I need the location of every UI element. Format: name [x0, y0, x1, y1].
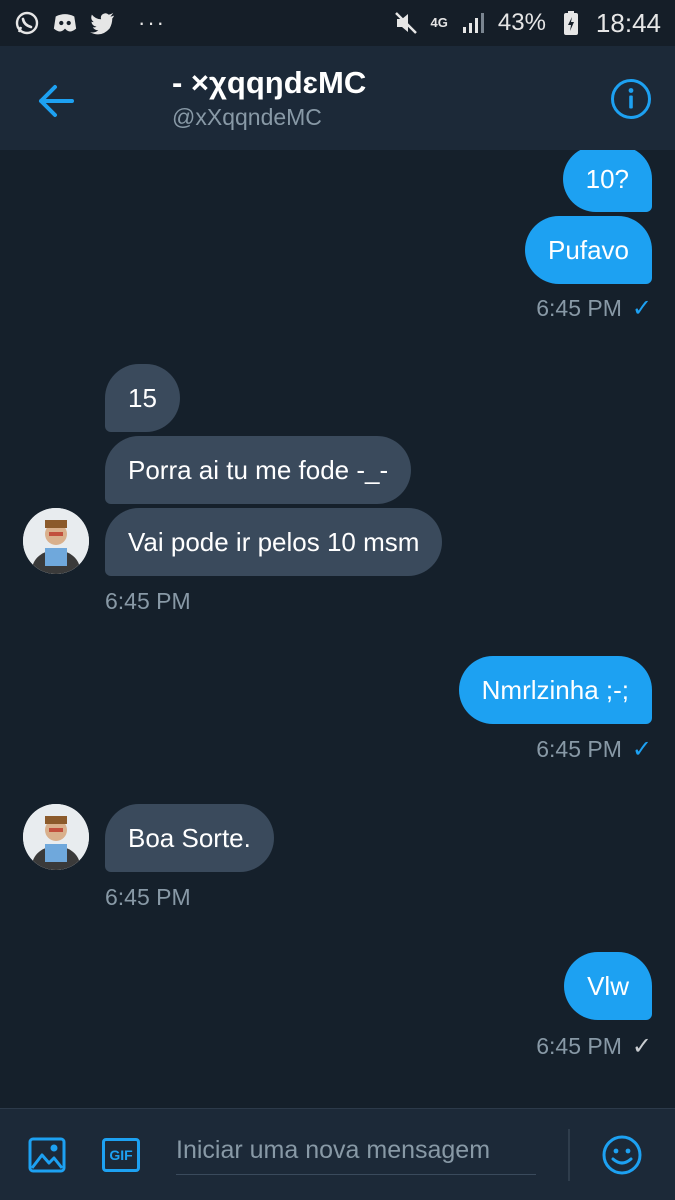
- avatar[interactable]: [23, 508, 89, 574]
- message-timestamp: 6:45 PM ✓: [536, 735, 652, 764]
- contact-handle: @xXqqndeMC: [172, 104, 322, 130]
- more-notifications-indicator: ···: [138, 10, 166, 35]
- signal-strength-icon: [460, 10, 486, 36]
- read-check-icon: ✓: [631, 736, 652, 763]
- message-timestamp: 6:45 PM ✓: [536, 1032, 652, 1061]
- discord-icon: [52, 10, 78, 36]
- timestamp-text: 6:45 PM: [536, 295, 622, 321]
- avatar-image: [23, 804, 89, 870]
- emoji-icon: [602, 1135, 642, 1175]
- twitter-icon: [90, 10, 116, 36]
- clock: 18:44: [595, 7, 661, 38]
- whatsapp-icon: [14, 10, 40, 36]
- mute-icon: [393, 10, 419, 36]
- conversation-title[interactable]: - ×χqqŋdɛMC @xXqqndeMC: [172, 64, 366, 132]
- message-bubble-incoming[interactable]: 15: [105, 364, 180, 432]
- conversation-header: - ×χqqŋdɛMC @xXqqndeMC: [0, 46, 675, 150]
- gif-icon-label: GIF: [109, 1147, 133, 1163]
- info-icon: [611, 79, 651, 119]
- back-arrow-icon: [39, 85, 74, 117]
- battery-charging-icon: [558, 10, 584, 36]
- emoji-button[interactable]: [600, 1133, 644, 1177]
- message-timestamp: 6:45 PM: [105, 588, 191, 614]
- message-timestamp: 6:45 PM ✓: [536, 294, 652, 323]
- image-icon: [28, 1137, 66, 1173]
- message-bubble-outgoing[interactable]: Nmrlzinha ;-;: [458, 656, 652, 724]
- network-type-label: 4G: [430, 15, 448, 30]
- read-check-icon: ✓: [631, 295, 652, 322]
- message-bubble-incoming[interactable]: Boa Sorte.: [105, 804, 274, 872]
- contact-name: - ×χqqŋdɛMC: [172, 65, 367, 100]
- message-list[interactable]: 10? Pufavo 6:45 PM ✓ 15 Porra ai tu me f…: [0, 150, 675, 1108]
- add-gif-button[interactable]: GIF: [99, 1133, 143, 1177]
- message-bubble-incoming[interactable]: Porra ai tu me fode -_-: [105, 436, 412, 504]
- message-input[interactable]: Iniciar uma nova mensagem: [176, 1131, 536, 1175]
- message-bubble-incoming[interactable]: Vai pode ir pelos 10 msm: [105, 508, 443, 576]
- avatar[interactable]: [23, 804, 89, 870]
- info-button[interactable]: [608, 76, 654, 122]
- status-bar: ··· 4G 43% 18:44: [0, 0, 675, 46]
- message-bubble-outgoing[interactable]: Pufavo: [525, 216, 652, 284]
- sent-check-icon: ✓: [631, 1033, 652, 1060]
- avatar-image: [23, 508, 89, 574]
- back-button[interactable]: [32, 78, 78, 124]
- timestamp-text: 6:45 PM: [536, 1033, 622, 1059]
- battery-percentage: 43%: [497, 9, 546, 36]
- gif-icon: GIF: [102, 1138, 140, 1172]
- composer-divider: [568, 1129, 570, 1181]
- timestamp-text: 6:45 PM: [536, 736, 622, 762]
- add-image-button[interactable]: [25, 1133, 69, 1177]
- message-composer: GIF Iniciar uma nova mensagem: [0, 1108, 675, 1200]
- message-timestamp: 6:45 PM: [105, 884, 191, 910]
- message-bubble-outgoing[interactable]: Vlw: [564, 952, 652, 1020]
- message-bubble-outgoing[interactable]: 10?: [562, 150, 652, 212]
